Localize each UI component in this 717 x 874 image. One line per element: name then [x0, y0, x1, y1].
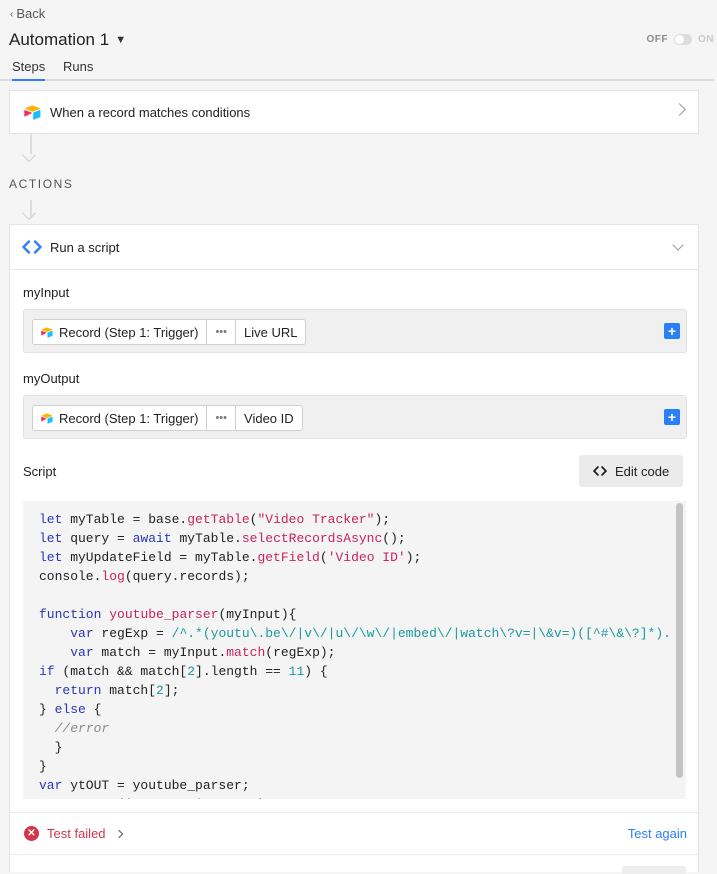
action-label: Run a script [50, 239, 120, 255]
chevron-left-icon: ‹ [10, 9, 14, 20]
token-record[interactable]: Record (Step 1: Trigger) [33, 320, 206, 344]
code-line: var ytOUT = youtube_parser; [39, 778, 250, 793]
code-string: "Video Tracker" [257, 512, 375, 527]
code-line: var regExp = /^.*(youtu\.be\/|v\/|u\/\w\… [70, 626, 671, 641]
token-record-label: Record (Step 1: Trigger) [59, 410, 199, 426]
code-keyword: let [39, 512, 63, 527]
arrow-down-icon [21, 205, 37, 221]
code-keyword: else [54, 702, 86, 717]
action-card: Run a script myInput Record (Step 1: Tri… [9, 224, 699, 874]
tab-steps[interactable]: Steps [12, 59, 46, 81]
code-function: getTable [187, 512, 250, 527]
code-line: let myUpdateField = myTable.getField('Vi… [39, 550, 422, 565]
more-icon[interactable]: ••• [206, 320, 235, 344]
tab-runs[interactable]: Runs [63, 59, 93, 79]
test-failed-label: Test failed [47, 826, 106, 841]
chevron-right-icon [114, 829, 123, 838]
code-keyword: var [70, 645, 94, 660]
code-line: output.set('myOutput', ytOUT); [39, 797, 273, 799]
code-comment: //error [54, 721, 110, 736]
code-icon [22, 240, 42, 254]
code-keyword: let [39, 550, 63, 565]
toggle-on-label: ON [698, 34, 714, 45]
toggle-knob [675, 35, 684, 44]
automation-title[interactable]: Automation 1 ▼ [9, 30, 126, 50]
input-token[interactable]: Record (Step 1: Trigger) ••• Live URL [32, 319, 307, 345]
back-label: Back [16, 6, 46, 21]
code-line: function youtube_parser(myInput){ [39, 607, 297, 622]
code-string: 'myOutput' [125, 797, 203, 799]
code-keyword: if [39, 664, 55, 679]
code-keyword: await [132, 531, 172, 546]
token-field[interactable]: Video ID [235, 406, 302, 430]
input-variable-box: Record (Step 1: Trigger) ••• Live URL + [23, 309, 687, 353]
code-keyword: var [70, 626, 94, 641]
code-line: console.log(query.records); [39, 569, 250, 584]
toggle-off-label: OFF [646, 34, 668, 45]
code-number: 2 [156, 683, 164, 698]
input-variable-label: myInput [23, 285, 70, 300]
caret-down-icon: ▼ [115, 34, 127, 46]
action-header[interactable]: Run a script [10, 225, 698, 270]
code-line: //error [39, 721, 110, 736]
code-line: } [39, 759, 47, 774]
code-keyword: return [54, 683, 102, 698]
code-function: set [94, 797, 117, 799]
script-label: Script [23, 464, 57, 479]
trigger-label: When a record matches conditions [50, 104, 251, 120]
more-icon[interactable]: ••• [206, 406, 235, 430]
token-record-label: Record (Step 1: Trigger) [59, 324, 199, 340]
edit-code-label: Edit code [615, 463, 670, 479]
code-function: youtube_parser [109, 607, 219, 622]
code-line: } else { [39, 702, 102, 717]
airtable-logo-icon [41, 413, 53, 424]
error-icon: ✕ [24, 826, 39, 841]
airtable-logo-icon [24, 104, 41, 120]
tab-bar: Steps Runs [0, 57, 714, 81]
chevron-down-icon[interactable] [672, 239, 684, 251]
back-link[interactable]: ‹ Back [10, 6, 45, 21]
code-scrollbar[interactable] [676, 503, 683, 778]
test-status-row: ✕ Test failed Test again [10, 812, 698, 855]
code-line: return match[2]; [54, 683, 180, 698]
input-variable-label: myOutput [23, 371, 80, 386]
code-string: 'Video ID' [327, 550, 406, 565]
code-block: let myTable = base.getTable("Video Track… [23, 501, 686, 799]
input-variable-box: Record (Step 1: Trigger) ••• Video ID + [23, 395, 687, 439]
token-record[interactable]: Record (Step 1: Trigger) [33, 406, 206, 430]
test-again-button[interactable]: Test again [628, 826, 687, 841]
code-line: let query = await myTable.selectRecordsA… [39, 531, 406, 546]
code-line: let myTable = base.getTable("Video Track… [39, 512, 391, 527]
code-line: var match = myInput.match(regExp); [70, 645, 336, 660]
code-keyword: function [39, 607, 102, 622]
code-regex: /^.*(youtu\.be\/|v\/|u\/\w\/|embed\/|wat… [171, 626, 671, 641]
input-token[interactable]: Record (Step 1: Trigger) ••• Video ID [32, 405, 303, 431]
code-keyword: var [39, 778, 63, 793]
code-function: selectRecordsAsync [241, 531, 383, 546]
airtable-logo-icon [41, 327, 53, 338]
bottom-button[interactable] [622, 866, 686, 874]
code-function: log [101, 569, 125, 584]
code-number: 2 [187, 664, 196, 679]
automation-title-text: Automation 1 [9, 30, 110, 49]
code-line: } [39, 740, 63, 755]
code-keyword: let [39, 531, 63, 546]
test-failed-link[interactable]: ✕ Test failed [24, 826, 123, 841]
token-field[interactable]: Live URL [235, 320, 305, 344]
arrow-down-icon [21, 147, 37, 163]
automation-toggle[interactable]: OFF ON [647, 34, 715, 45]
code-line: if (match && match[2].length == 11) { [39, 664, 328, 679]
trigger-card[interactable]: When a record matches conditions [9, 90, 699, 134]
code-icon [593, 466, 607, 476]
toggle-switch[interactable] [674, 34, 692, 45]
actions-heading: ACTIONS [9, 177, 74, 191]
add-icon[interactable]: + [664, 409, 680, 425]
code-editor[interactable]: let myTable = base.getTable("Video Track… [23, 501, 686, 799]
edit-code-button[interactable]: Edit code [579, 455, 684, 487]
add-icon[interactable]: + [664, 323, 680, 339]
code-function: match [226, 645, 266, 660]
code-number: 11 [288, 664, 305, 679]
code-function: getField [257, 550, 320, 565]
chevron-right-icon [673, 103, 686, 116]
